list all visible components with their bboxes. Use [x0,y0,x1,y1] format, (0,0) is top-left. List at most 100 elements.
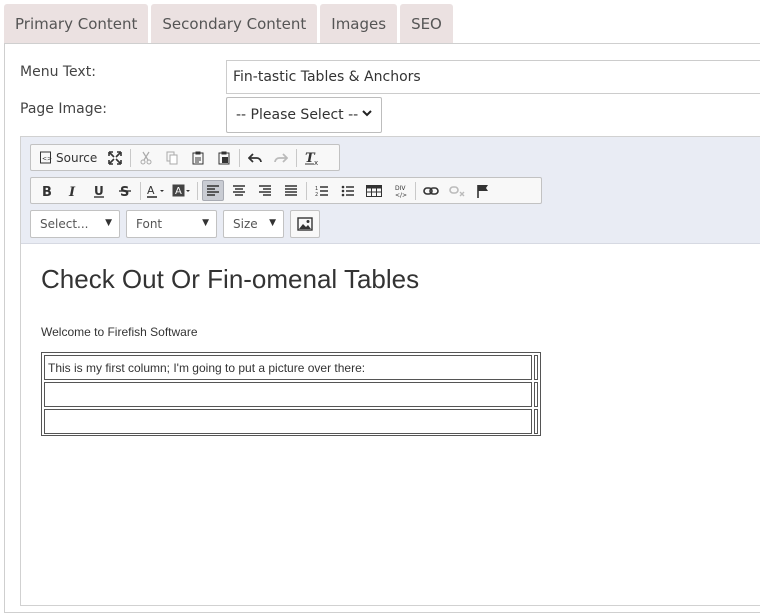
tab-bar: Primary Content Secondary Content Images… [4,4,456,43]
page-image-label: Page Image: [20,101,107,117]
size-select-label: Size [233,217,258,231]
scissors-icon [140,151,152,164]
paste-button[interactable] [187,147,209,168]
source-label: Source [56,150,98,165]
align-center-button[interactable] [228,180,250,201]
undo-icon [248,152,263,163]
underline-icon: U [94,184,104,198]
svg-text:B: B [42,185,52,198]
table-cell[interactable] [534,409,538,434]
background-color-icon: A [172,184,190,197]
bold-button[interactable]: B [36,180,58,201]
table-icon [366,184,382,197]
bold-icon: B [42,185,52,198]
bulleted-list-icon [341,185,354,196]
caret-down-icon: ▼ [105,218,112,228]
svg-text:</>: </> [395,192,407,198]
caret-down-icon: ▼ [269,218,276,228]
page-image-select[interactable]: -- Please Select -- [226,97,382,133]
unlink-button[interactable] [446,180,468,201]
svg-text:x: x [314,159,318,166]
align-right-button[interactable] [254,180,276,201]
svg-text:<>: <> [42,156,52,163]
italic-icon: I [68,185,76,198]
numbered-list-icon: 12 [315,186,328,197]
align-left-button[interactable] [202,180,224,201]
copy-icon [166,151,178,164]
format-select[interactable]: Select... ▼ [30,210,120,238]
anchor-button[interactable] [472,180,494,201]
link-button[interactable] [420,180,442,201]
align-left-icon [207,184,219,196]
caret-down-icon: ▼ [202,218,209,228]
justify-button[interactable] [280,180,302,201]
table-cell[interactable] [534,355,538,380]
redo-icon [274,152,289,163]
remove-format-button[interactable]: Tx [301,147,323,168]
format-select-label: Select... [40,217,89,231]
toolbar-separator [197,181,198,200]
tab-secondary-content[interactable]: Secondary Content [151,4,318,43]
cut-button[interactable] [135,147,157,168]
paste-icon [192,151,204,164]
table-row: This is my first column; I'm going to pu… [43,354,539,381]
italic-button[interactable]: I [62,180,84,201]
remove-format-icon: Tx [305,151,318,166]
table-cell[interactable] [44,382,532,407]
page-image-selected: -- Please Select -- [236,107,359,123]
image-button[interactable] [290,210,320,238]
div-container-icon: DIV</> [395,185,407,198]
flag-icon [477,184,488,198]
svg-text:I: I [68,185,76,198]
background-color-button[interactable]: A [171,180,193,201]
toolbar-row-formatting: B I U S A A [30,177,542,204]
toolbar-separator [130,148,132,167]
maximize-button[interactable] [104,147,126,168]
source-button[interactable]: <> Source [36,147,100,168]
strikethrough-icon: S [119,185,131,198]
toolbar-separator [415,181,416,200]
div-container-button[interactable]: DIV </> [389,180,411,201]
text-color-button[interactable]: A [145,180,167,201]
rich-text-editor: <> Source T x B I U A A 1 2 DIV </> Sele… [20,136,760,606]
size-select[interactable]: Size ▼ [223,210,284,238]
tab-seo[interactable]: SEO [400,4,453,43]
paste-text-button[interactable] [213,147,235,168]
content-paragraph: Welcome to Firefish Software [41,325,198,339]
table-cell[interactable] [44,409,532,434]
source-icon: <> [40,151,52,164]
table-cell[interactable] [534,382,538,407]
justify-icon [285,184,297,196]
table-row [43,381,539,408]
image-icon [297,217,313,231]
numbered-list-button[interactable]: 12 [311,180,333,201]
font-select[interactable]: Font ▼ [126,210,217,238]
tab-images[interactable]: Images [320,4,398,43]
content-table[interactable]: This is my first column; I'm going to pu… [41,352,541,436]
tab-primary-content[interactable]: Primary Content [4,4,149,43]
toolbar-row-document: <> Source T x [30,144,340,171]
table-button[interactable] [363,180,385,201]
copy-button[interactable] [161,147,183,168]
strikethrough-button[interactable]: S [114,180,136,201]
toolbar-separator [239,148,241,167]
toolbar-separator [306,181,307,200]
chevron-down-icon [361,107,373,122]
svg-text:2: 2 [315,192,318,197]
menu-text-input[interactable]: Fin-tastic Tables & Anchors [226,60,760,94]
content-heading: Check Out Or Fin-omenal Tables [41,264,420,294]
underline-button[interactable]: U [88,180,110,201]
toolbar-separator [296,148,298,167]
align-right-icon [259,184,271,196]
editor-toolbar: <> Source T x B I U A A 1 2 DIV </> Sele… [21,137,760,244]
table-row [43,408,539,435]
undo-button[interactable] [244,147,266,168]
svg-text:A: A [147,184,155,197]
redo-button[interactable] [270,147,292,168]
paste-text-icon [218,151,230,164]
link-icon [423,186,439,195]
svg-text:A: A [175,186,182,197]
table-cell[interactable]: This is my first column; I'm going to pu… [44,355,532,380]
toolbar-separator [140,181,141,200]
bulleted-list-button[interactable] [337,180,359,201]
